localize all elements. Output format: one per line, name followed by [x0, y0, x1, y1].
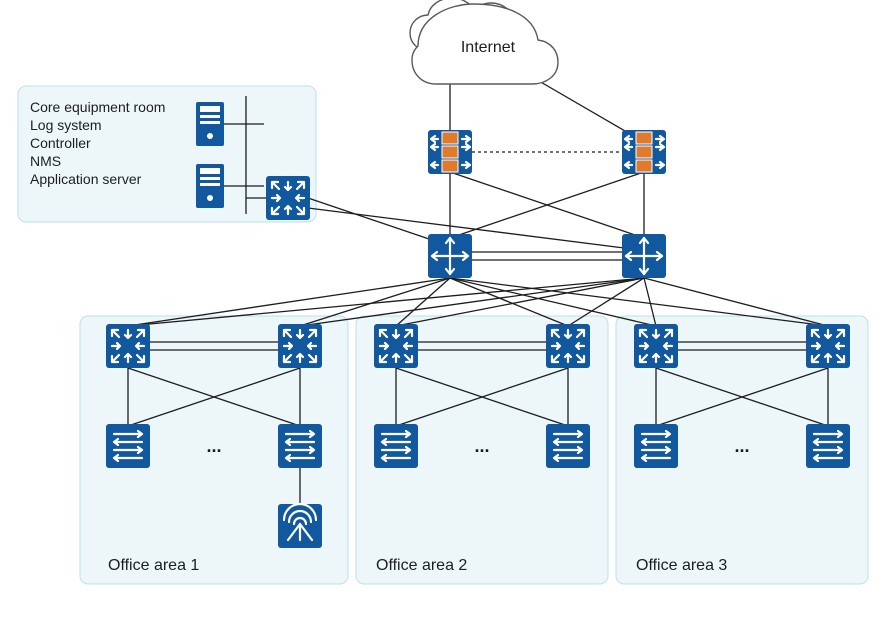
office1-access-left-icon [106, 424, 150, 468]
core-router-left-icon [428, 234, 472, 278]
office1-ap-icon [278, 504, 322, 548]
mgmt-line-4: Application server [30, 171, 142, 187]
mgmt-line-1: Log system [30, 117, 102, 133]
server-bottom-icon [196, 164, 224, 208]
office3-label: Office area 3 [636, 557, 727, 574]
firewall-left [428, 130, 472, 174]
office2-access-right-icon [546, 424, 590, 468]
office3-agg-right-icon [806, 324, 850, 368]
firewall-right [622, 130, 666, 174]
office2-ellipsis: ... [474, 436, 489, 456]
office2-agg-right-icon [546, 324, 590, 368]
office1-access-right-icon [278, 424, 322, 468]
office3-agg-left-icon [634, 324, 678, 368]
internet-cloud: Internet [410, 0, 558, 84]
network-topology-diagram: Internet Core equipment room Log system … [0, 0, 892, 621]
office2-agg-left-icon [374, 324, 418, 368]
mgmt-line-2: Controller [30, 135, 91, 151]
core-router-right-icon [622, 234, 666, 278]
mgmt-line-0: Core equipment room [30, 99, 165, 115]
server-top-icon [196, 102, 224, 146]
office2-label: Office area 2 [376, 557, 467, 574]
office1-agg-right-icon [278, 324, 322, 368]
office2-access-left-icon [374, 424, 418, 468]
office1-ellipsis: ... [206, 436, 221, 456]
office1-agg-left-icon [106, 324, 150, 368]
office3-access-left-icon [634, 424, 678, 468]
mgmt-line-3: NMS [30, 153, 61, 169]
office1-label: Office area 1 [108, 557, 199, 574]
internet-label: Internet [461, 39, 516, 56]
mgmt-agg-switch-icon [266, 176, 310, 220]
office3-access-right-icon [806, 424, 850, 468]
office3-ellipsis: ... [734, 436, 749, 456]
